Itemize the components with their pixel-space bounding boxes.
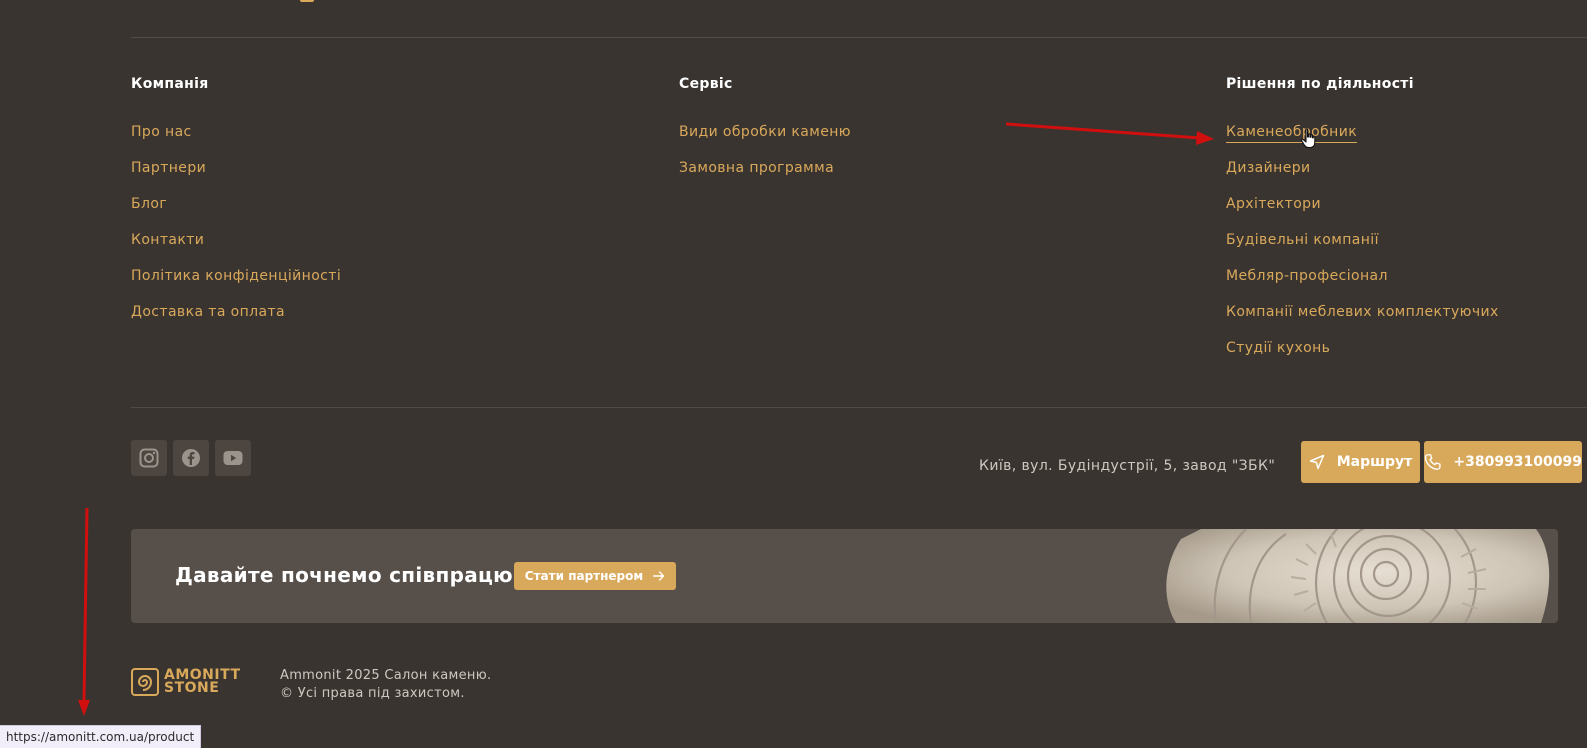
copyright-line-2: © Усі права під захистом.: [280, 686, 465, 701]
link-contacts[interactable]: Контакти: [131, 232, 204, 248]
link-stone-processing-types[interactable]: Види обробки каменю: [679, 124, 851, 140]
link-designers[interactable]: Дизайнери: [1226, 160, 1311, 176]
link-about[interactable]: Про нас: [131, 124, 192, 140]
route-button[interactable]: Маршрут: [1301, 441, 1420, 483]
phone-icon: [1424, 454, 1441, 470]
link-kitchen-studios[interactable]: Студії кухонь: [1226, 340, 1330, 356]
link-furniture-professional[interactable]: Мебляр-професіонал: [1226, 268, 1388, 284]
link-stone-processor[interactable]: Каменеобробник: [1226, 124, 1358, 143]
instagram-button[interactable]: [131, 440, 167, 476]
navigation-arrow-icon: [1309, 454, 1324, 470]
footer-column-company: Компанія Про нас Партнери Блог Контакти …: [131, 74, 341, 337]
partner-banner: Давайте почнемо співпрацю Стати партнеро…: [131, 529, 1558, 623]
youtube-button[interactable]: [215, 440, 251, 476]
logo-wordmark: AMONITT STONE: [164, 668, 241, 696]
copyright: Ammonit 2025 Салон каменю. © Усі права п…: [280, 667, 491, 703]
company-logo[interactable]: AMONITT STONE: [131, 668, 241, 696]
copyright-line-1: Ammonit 2025 Салон каменю.: [280, 668, 492, 683]
link-furniture-components-companies[interactable]: Компанії меблевих комплектуючих: [1226, 304, 1499, 320]
company-links: Про нас Партнери Блог Контакти Політика …: [131, 121, 341, 337]
column-title-company: Компанія: [131, 76, 209, 92]
youtube-icon: [223, 451, 243, 465]
annotation-arrow-right: [1005, 122, 1214, 145]
ammonite-fossil-image: [1166, 529, 1550, 623]
instagram-icon: [139, 448, 159, 468]
address-text: Київ, вул. Будіндустрії, 5, завод "ЗБК": [979, 458, 1276, 474]
link-custom-program[interactable]: Замовна программа: [679, 160, 834, 176]
facebook-button[interactable]: [173, 440, 209, 476]
become-partner-button[interactable]: Стати партнером: [514, 562, 676, 590]
footer-column-solutions: Рішення по діяльності Каменеобробник Диз…: [1226, 74, 1499, 373]
link-delivery-payment[interactable]: Доставка та оплата: [131, 304, 285, 320]
logo-line-2: STONE: [164, 680, 220, 696]
link-partners[interactable]: Партнери: [131, 160, 206, 176]
link-privacy-policy[interactable]: Політика конфіденційності: [131, 268, 341, 284]
link-construction-companies[interactable]: Будівельні компанії: [1226, 232, 1379, 248]
divider-middle: [131, 407, 1587, 408]
social-links: [131, 440, 251, 476]
banner-title: Давайте почнемо співпрацю: [175, 563, 513, 587]
link-architects[interactable]: Архітектори: [1226, 196, 1321, 212]
facebook-icon: [182, 449, 200, 467]
link-blog[interactable]: Блог: [131, 196, 167, 212]
column-title-service: Сервіс: [679, 76, 733, 92]
footer-column-service: Сервіс Види обробки каменю Замовна прогр…: [679, 74, 851, 193]
heading-fragment: [300, 0, 314, 2]
solutions-links: Каменеобробник Дизайнери Архітектори Буд…: [1226, 121, 1499, 373]
arrow-right-icon: [653, 571, 665, 581]
service-links: Види обробки каменю Замовна программа: [679, 121, 851, 193]
annotation-arrow-down: [78, 507, 90, 716]
phone-button-label: +380993100099: [1453, 454, 1582, 470]
become-partner-label: Стати партнером: [524, 569, 644, 583]
route-button-label: Маршрут: [1336, 454, 1413, 470]
column-title-solutions: Рішення по діяльності: [1226, 76, 1414, 92]
phone-button[interactable]: +380993100099: [1424, 441, 1582, 483]
ammonite-logo-icon: [131, 668, 159, 696]
divider-top: [131, 37, 1587, 38]
browser-status-bar: https://amonitt.com.ua/product: [0, 725, 202, 748]
status-bar-url: https://amonitt.com.ua/product: [6, 730, 195, 744]
